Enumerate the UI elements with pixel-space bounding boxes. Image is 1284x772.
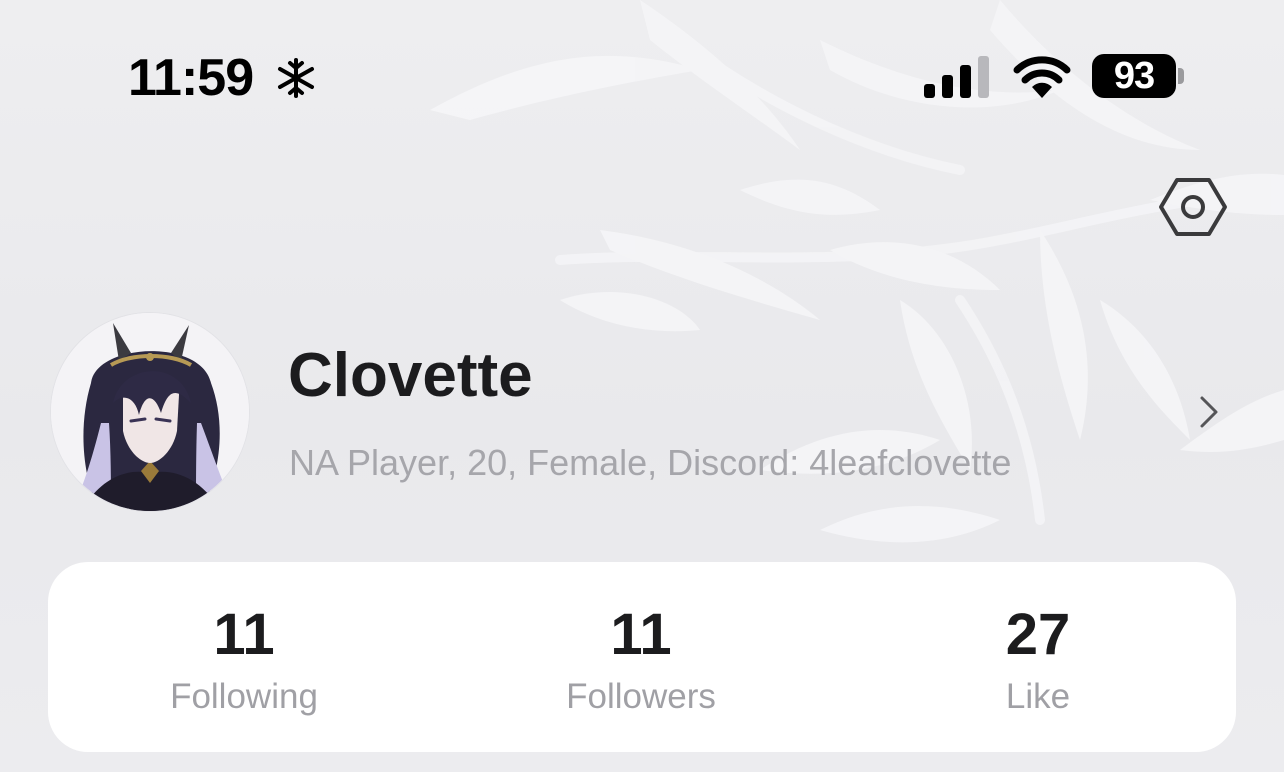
- hexagon-gear-icon: [1159, 178, 1227, 236]
- stats-card: 11 Following 11 Followers 27 Like: [48, 562, 1236, 752]
- settings-button[interactable]: [1158, 176, 1228, 238]
- avatar[interactable]: [50, 312, 250, 512]
- stat-following[interactable]: 11 Following: [94, 562, 394, 752]
- stat-like-label: Like: [1005, 677, 1071, 716]
- stat-like-value: 27: [1005, 602, 1071, 667]
- cellular-signal-icon: [924, 56, 989, 98]
- battery-level: 93: [1113, 55, 1155, 97]
- profile-name: Clovette: [288, 341, 533, 410]
- stat-followers[interactable]: 11 Followers: [491, 562, 791, 752]
- profile-bio: NA Player, 20, Female, Discord: 4leafclo…: [289, 442, 1012, 483]
- battery-indicator: 93: [1092, 54, 1176, 98]
- wifi-icon: [1013, 56, 1071, 98]
- stat-following-value: 11: [213, 602, 275, 667]
- stat-followers-value: 11: [610, 602, 672, 667]
- stat-like[interactable]: 27 Like: [888, 562, 1188, 752]
- status-time: 11:59: [128, 49, 254, 107]
- stat-followers-label: Followers: [566, 677, 716, 716]
- avatar-image: [51, 313, 249, 511]
- stat-following-label: Following: [170, 677, 318, 716]
- snowflake-icon: [278, 58, 314, 98]
- battery-tip: [1178, 68, 1184, 84]
- chevron-right-icon[interactable]: [1192, 392, 1228, 432]
